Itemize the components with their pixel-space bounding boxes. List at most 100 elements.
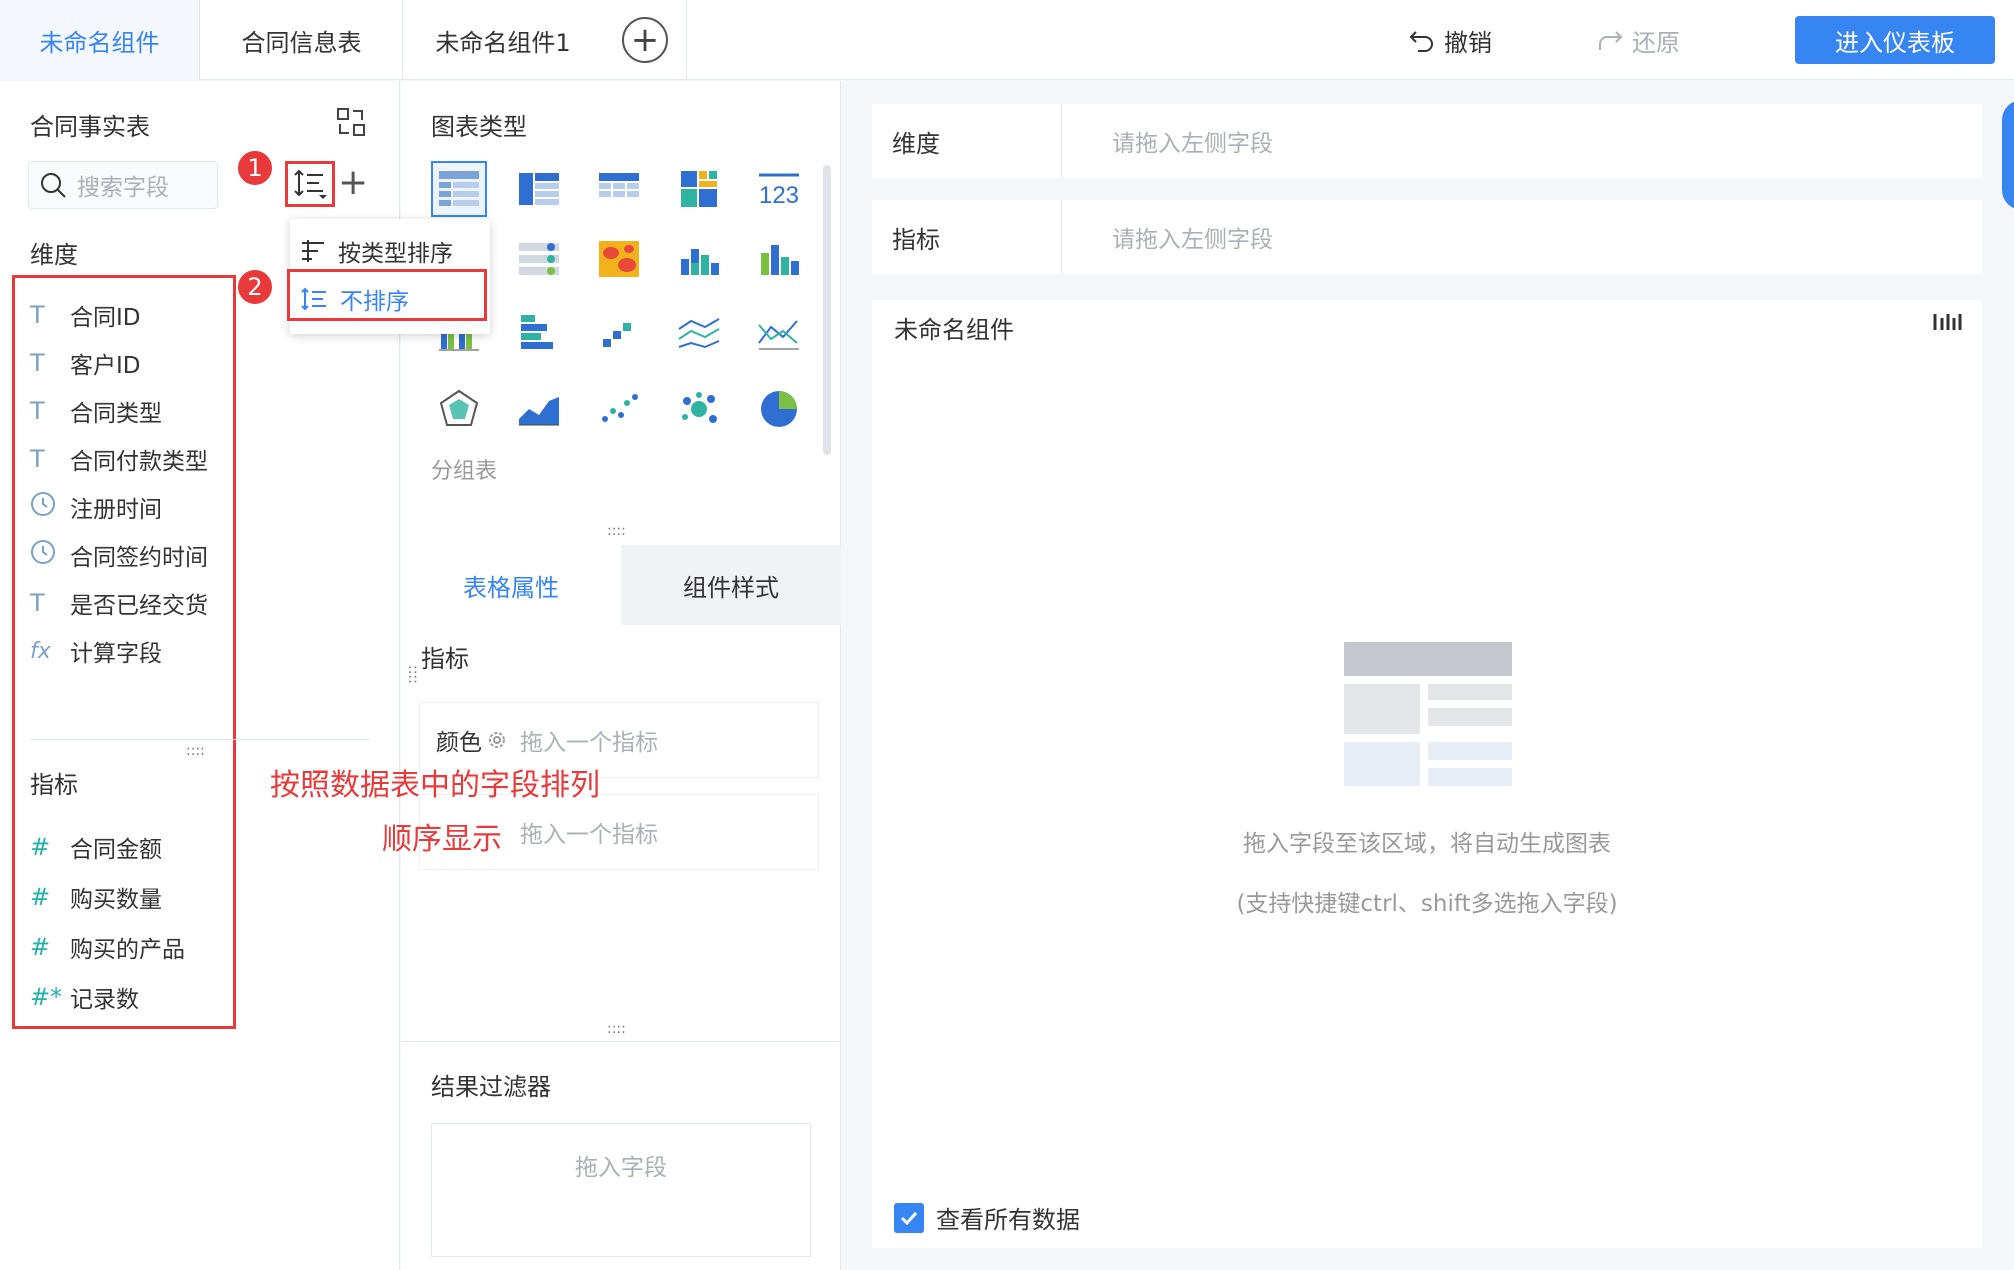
chart-type-name: 分组表 xyxy=(431,459,498,484)
sort-by-type-option[interactable]: 按类型排序 xyxy=(300,231,453,271)
resize-grip-icon[interactable]: :::: xyxy=(405,665,421,684)
bar-chart-icon[interactable] xyxy=(511,305,567,361)
dimension-drop-slot[interactable]: 维度 请拖入左侧字段 xyxy=(872,104,1982,178)
undo-button[interactable]: 撤销 xyxy=(1408,20,1492,60)
sort-icon xyxy=(294,169,327,199)
field-label: 购买的产品 xyxy=(70,937,185,963)
measure-drop-slot[interactable]: 指标 请拖入左侧字段 xyxy=(872,200,1982,274)
field-label: 注册时间 xyxy=(70,497,162,523)
tab-component-style[interactable]: 组件样式 xyxy=(621,545,841,625)
tab-table-attributes[interactable]: 表格属性 xyxy=(401,545,621,625)
stacked-bar-chart-icon[interactable] xyxy=(671,231,727,287)
chart-canvas[interactable]: 未命名组件 拖入字段至该区域，将自动生成图表 (支持快捷键ctrl、shift多… xyxy=(872,300,1982,1248)
text-type-icon: T xyxy=(30,445,45,473)
drop-placeholder: 拖入字段 xyxy=(575,1155,667,1181)
field-item[interactable]: T 合同付款类型 xyxy=(30,439,208,479)
enter-dashboard-button[interactable]: 进入仪表板 xyxy=(1795,16,1995,64)
empty-hint: 拖入字段至该区域，将自动生成图表 xyxy=(1243,831,1611,857)
bubble-chart-icon[interactable] xyxy=(671,381,727,437)
number-type-icon: # xyxy=(30,933,51,961)
no-sort-highlight xyxy=(287,269,487,321)
resize-grip-icon[interactable]: :::: xyxy=(607,523,626,539)
add-tab-button[interactable]: + xyxy=(622,17,668,63)
field-item[interactable]: #* 记录数 xyxy=(30,977,139,1017)
measure-slot-label: 指标 xyxy=(872,200,1062,274)
cross-table-chart-icon[interactable] xyxy=(511,161,567,217)
clock-icon xyxy=(30,539,70,571)
field-item[interactable]: T 是否已经交货 xyxy=(30,583,208,623)
collapse-handle[interactable] xyxy=(2002,100,2014,210)
annotation-line-2: 顺序显示 xyxy=(382,822,502,857)
tab-separator xyxy=(686,0,687,80)
sort-by-type-icon xyxy=(302,240,324,262)
measure-property-label: 指标 xyxy=(421,645,469,673)
resize-grip-icon[interactable]: :::: xyxy=(186,743,205,759)
step-badge-1: 1 xyxy=(236,149,274,187)
section-divider xyxy=(30,739,370,740)
property-tabs: 表格属性 组件样式 xyxy=(401,545,841,625)
redo-icon xyxy=(1599,31,1623,50)
add-field-icon[interactable]: + xyxy=(338,163,368,203)
field-search-input[interactable]: 搜索字段 xyxy=(28,161,218,209)
kpi-number-chart-icon[interactable]: 123 xyxy=(751,161,807,217)
field-item[interactable]: 合同签约时间 xyxy=(30,535,208,575)
field-item[interactable]: T 合同类型 xyxy=(30,391,162,431)
column-chart-icon[interactable] xyxy=(751,231,807,287)
detail-table-chart-icon[interactable] xyxy=(591,161,647,217)
number-type-icon: # xyxy=(30,833,51,861)
tab-contract-info[interactable]: 合同信息表 xyxy=(201,0,403,80)
table-name: 合同事实表 xyxy=(30,113,150,141)
result-filter-title: 结果过滤器 xyxy=(431,1073,551,1101)
waterfall-chart-icon[interactable] xyxy=(591,305,647,361)
component-title[interactable]: 未命名组件 xyxy=(894,310,1014,345)
measure-section-label: 指标 xyxy=(30,771,78,799)
field-label: 计算字段 xyxy=(70,641,162,667)
field-item[interactable]: T 合同ID xyxy=(30,295,141,335)
tab-unnamed-component-1[interactable]: 未命名组件1 xyxy=(403,0,603,80)
view-all-data-label: 查看所有数据 xyxy=(936,1206,1080,1234)
redo-button[interactable]: 还原 xyxy=(1596,20,1680,60)
view-all-data-checkbox[interactable]: 查看所有数据 xyxy=(894,1200,1080,1235)
dimension-slot-label: 维度 xyxy=(872,104,1062,178)
pie-chart-icon[interactable] xyxy=(751,381,807,437)
color-label: 颜色 xyxy=(436,730,482,756)
switch-table-icon[interactable] xyxy=(336,107,366,137)
heatmap-chart-icon[interactable] xyxy=(591,231,647,287)
line-chart-icon[interactable] xyxy=(751,305,807,361)
field-item[interactable]: # 合同金额 xyxy=(30,827,162,867)
field-label: 合同类型 xyxy=(70,401,162,427)
field-item[interactable]: T 客户ID xyxy=(30,343,141,383)
field-label: 记录数 xyxy=(70,987,139,1013)
dimension-section-label: 维度 xyxy=(30,241,78,269)
progress-chart-icon[interactable] xyxy=(511,231,567,287)
sort-button[interactable] xyxy=(285,161,335,207)
top-bar: 未命名组件 合同信息表 未命名组件1 + 撤销 还原 进入仪表板 xyxy=(0,0,2014,80)
empty-hint-shortcut: (支持快捷键ctrl、shift多选拖入字段) xyxy=(1236,891,1618,917)
multi-line-chart-icon[interactable] xyxy=(671,305,727,361)
field-label: 客户ID xyxy=(70,353,141,379)
field-label: 合同付款类型 xyxy=(70,449,208,475)
filter-drop-zone[interactable]: 拖入字段 xyxy=(431,1123,811,1257)
area-chart-icon[interactable] xyxy=(511,381,567,437)
group-table-chart-icon[interactable] xyxy=(431,161,487,217)
field-label: 合同签约时间 xyxy=(70,545,208,571)
field-item[interactable]: fx 计算字段 xyxy=(30,631,162,671)
scatter-chart-icon[interactable] xyxy=(591,381,647,437)
empty-chart-illustration xyxy=(1344,642,1512,786)
radar-chart-icon[interactable] xyxy=(431,381,487,437)
formula-icon: fx xyxy=(30,638,51,664)
tab-unnamed-component[interactable]: 未命名组件 xyxy=(0,0,200,80)
treemap-chart-icon[interactable] xyxy=(671,161,727,217)
field-item[interactable]: 注册时间 xyxy=(30,487,162,527)
field-item[interactable]: # 购买的产品 xyxy=(30,927,185,967)
undo-label: 撤销 xyxy=(1444,28,1492,57)
sort-by-type-label: 按类型排序 xyxy=(338,241,453,267)
undo-icon xyxy=(1409,31,1433,52)
gear-icon[interactable] xyxy=(486,729,508,751)
resize-grip-icon[interactable]: :::: xyxy=(607,1021,626,1037)
chart-toolbar-icon[interactable] xyxy=(1932,310,1962,334)
checkbox-checked-icon xyxy=(894,1202,924,1233)
chart-type-scrollbar[interactable] xyxy=(823,165,831,455)
field-item[interactable]: # 购买数量 xyxy=(30,877,162,917)
svg-text:123: 123 xyxy=(759,182,799,209)
